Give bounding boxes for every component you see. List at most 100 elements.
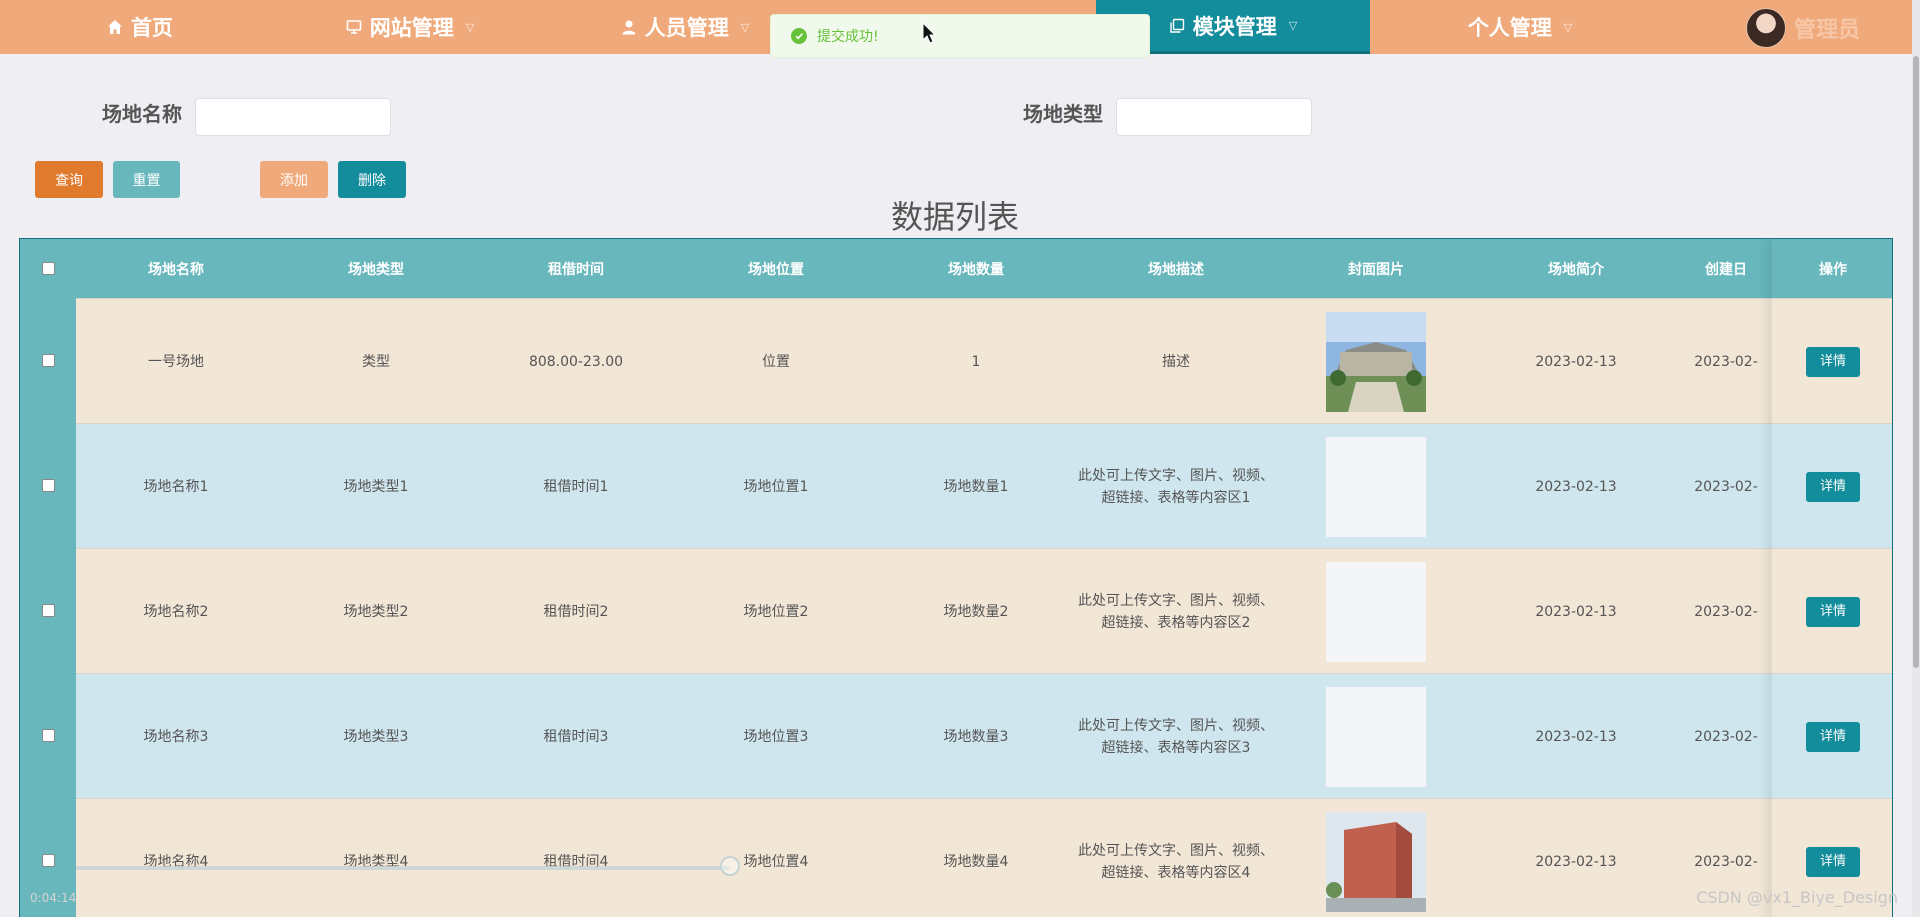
row-checkbox[interactable] [41,479,55,492]
chevron-down-icon: ▽ [740,20,750,34]
row-checkbox[interactable] [41,354,55,367]
table-cell: 2023-02-13 [1535,603,1617,620]
row-checkbox[interactable] [41,729,55,742]
table-cell: 2023-02-13 [1535,353,1617,370]
page-scrollbar[interactable] [1912,0,1920,917]
column-header[interactable]: 场地描述 [1076,239,1276,298]
chevron-down-icon: ▽ [465,20,475,34]
cover-image-cell [1276,674,1476,799]
select-all-checkbox[interactable] [41,262,55,275]
nav-item-site-management[interactable]: 网站管理 ▽ [330,0,490,54]
fixed-column-shadow [1772,239,1892,917]
monitor-icon [346,19,362,35]
table-cell: 2023-02- [1694,728,1758,745]
table-cell: 场地名称1 [143,478,209,495]
cover-image-cell [1276,299,1476,424]
column-header[interactable]: 场地数量 [876,239,1076,298]
table-row: 场地名称2 场地类型2 租借时间2 场地位置2 场地数量2 此处可上传文字、图片、视频、超… [20,548,1892,674]
nav-item-label: 个人管理 [1467,16,1552,40]
table-cell: 场地数量1 [943,478,1009,495]
row-select-cell [20,548,76,673]
table-cell: 场地数量4 [943,853,1009,870]
row-select-cell [20,423,76,548]
table-cell: 场地类型3 [343,728,409,745]
nav-item-label: 首页 [131,16,173,40]
column-header[interactable]: 场地位置 [676,239,876,298]
column-header[interactable]: 租借时间 [476,239,676,298]
table-cell: 场地位置3 [743,728,809,745]
description-cell: 此处可上传文字、图片、视频、超链接、表格等内容区2 [1078,592,1274,631]
cover-image-cell [1276,424,1476,549]
chevron-down-icon: ▽ [1563,20,1573,34]
column-header[interactable]: 场地简介 [1476,239,1676,298]
table-cell: 场地位置4 [743,853,809,870]
table-cell: 场地类型1 [343,478,409,495]
column-header[interactable]: 场地名称 [76,239,276,298]
table-row: 场地名称1 场地类型1 租借时间1 场地位置1 场地数量1 此处可上传文字、图片、视频、超… [20,423,1892,549]
cover-image-cell [1276,799,1476,917]
description-cell: 描述 [1162,353,1190,370]
copy-icon [1169,18,1185,34]
toast-message: 提交成功! [817,29,879,45]
table-cell: 2023-02-13 [1535,728,1617,745]
column-header[interactable]: 封面图片 [1276,239,1476,298]
table-cell: 场地名称3 [143,728,209,745]
table-cell: 场地位置1 [743,478,809,495]
video-timecode: 0:04:14 [30,891,77,905]
table-cell: 808.00-23.00 [528,353,624,370]
watermark: CSDN @vx1_Biye_Design [1696,888,1898,907]
table-cell: 2023-02- [1694,478,1758,495]
table-cell: 场地名称2 [143,603,209,620]
table-cell: 1 [971,353,981,370]
nav-item-personal-management[interactable]: 个人管理 ▽ [1440,0,1600,54]
cover-image[interactable] [1326,811,1426,912]
venue-name-input[interactable] [195,98,391,136]
venue-type-input[interactable] [1116,98,1312,136]
data-table: 场地名称 场地类型 租借时间 场地位置 场地数量 场地描述 封面图片 场地简介 … [19,238,1893,917]
table-cell: 场地位置2 [743,603,809,620]
cover-image-cell [1276,549,1476,674]
table-cell: 2023-02-13 [1535,853,1617,870]
table-cell: 2023-02- [1694,603,1758,620]
nav-item-label: 模块管理 [1192,14,1277,39]
home-icon [107,19,123,35]
column-header[interactable]: 创建日 [1676,239,1776,298]
chevron-down-icon: ▽ [1288,19,1298,32]
cover-image[interactable] [1326,561,1426,662]
mouse-cursor-icon [922,21,937,48]
row-checkbox[interactable] [41,604,55,617]
table-cell: 场地数量3 [943,728,1009,745]
nav-item-label: 人员管理 [644,16,729,40]
select-all-cell [20,239,76,298]
cover-image[interactable] [1326,686,1426,787]
column-header[interactable]: 场地类型 [276,239,476,298]
user-menu[interactable]: 管理员 [1746,8,1860,48]
table-cell: 类型 [362,353,390,370]
table-cell: 场地类型4 [343,853,409,870]
table-cell: 租借时间1 [543,478,609,495]
table-cell: 场地类型2 [343,603,409,620]
video-progress-bar [76,866,730,870]
nav-item-home[interactable]: 首页 [85,0,195,54]
description-cell: 此处可上传文字、图片、视频、超链接、表格等内容区1 [1078,467,1274,506]
description-cell: 此处可上传文字、图片、视频、超链接、表格等内容区3 [1078,717,1274,756]
user-icon [621,19,637,35]
video-progress-knob [720,856,740,876]
user-name: 管理员 [1794,18,1861,43]
nav-item-label: 网站管理 [369,16,454,40]
nav-item-staff-management[interactable]: 人员管理 ▽ [605,0,765,54]
venue-name-label: 场地名称 [102,102,182,126]
table-cell: 一号场地 [148,353,204,370]
table-cell: 租借时间4 [543,853,609,870]
list-title: 数据列表 [890,198,1019,236]
venue-type-label: 场地类型 [1023,102,1103,126]
check-circle-icon [791,28,807,44]
row-select-cell [20,673,76,798]
row-checkbox[interactable] [41,854,55,867]
cover-image[interactable] [1326,436,1426,537]
table-row: 场地名称3 场地类型3 租借时间3 场地位置3 场地数量3 此处可上传文字、图片、视频、超… [20,673,1892,799]
scrollbar-thumb[interactable] [1913,56,1919,668]
cover-image[interactable] [1326,311,1426,412]
table-cell: 场地数量2 [943,603,1009,620]
avatar [1746,8,1786,48]
